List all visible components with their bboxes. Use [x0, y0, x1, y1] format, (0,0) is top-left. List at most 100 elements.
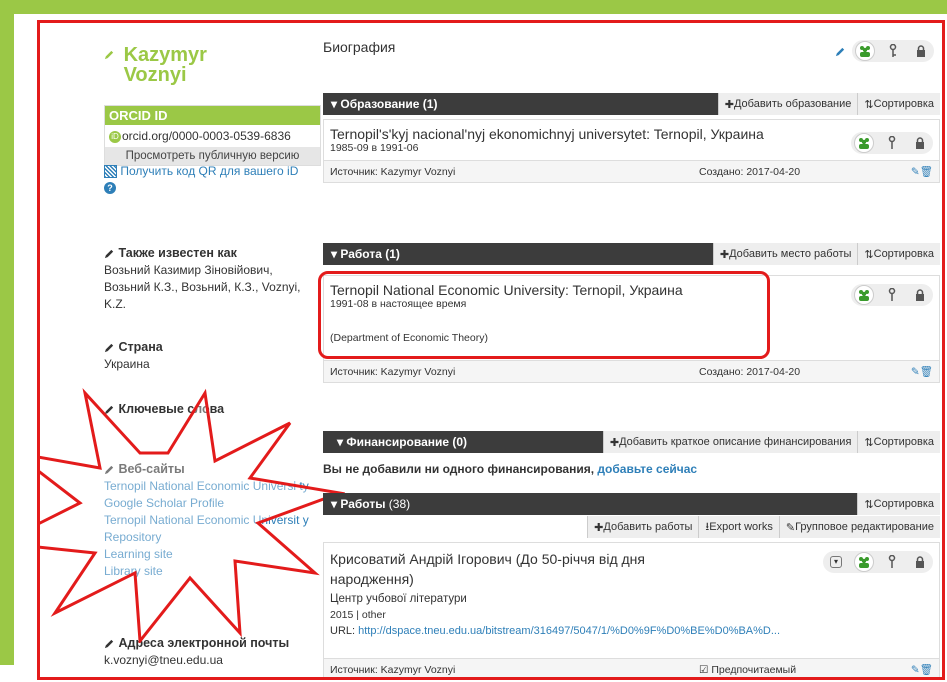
website-link[interactable]: Ternopil National Economic Universi ty [104, 478, 316, 495]
sort-button[interactable]: ⇅ Сортировка [857, 493, 940, 515]
source-text: Источник: Kazymyr Voznyi [330, 663, 456, 676]
education-item-title: Ternopil's'kyj nacional'nyj ekonomichnyj… [330, 126, 764, 142]
orcid-url[interactable]: iD orcid.org/0000-0003-0539-6836 [105, 125, 320, 147]
created-date: Создано: 2017-04-20 [699, 165, 801, 178]
employment-highlight-ring [318, 271, 770, 359]
keywords-label: Ключевые слова [118, 402, 225, 416]
email-section: Адреса электронной почты k.voznyi@tneu.e… [104, 635, 316, 669]
also-known-as-text: Возьний Казимир Зіновійович, Возьний К.З… [104, 263, 301, 311]
add-funding-label: Добавить краткое описание финансирования [619, 436, 852, 448]
sort-label: Сортировка [873, 436, 934, 448]
website-link[interactable]: Library site [104, 563, 316, 580]
pencil-icon[interactable] [104, 342, 115, 353]
pencil-icon[interactable] [104, 464, 115, 475]
lock-icon[interactable] [910, 285, 930, 305]
sort-button[interactable]: ⇅ Сортировка [857, 243, 940, 265]
country-text: Украина [104, 357, 150, 371]
bulk-edit-label: Групповое редактирование [795, 521, 934, 533]
work-card: Крисоватий Андрій Ігорович (До 50-річчя … [323, 542, 940, 677]
funding-title-text: Финансирование (0) [346, 435, 468, 449]
employment-title[interactable]: ▾ Работа (1) [323, 247, 713, 261]
education-item-dates: 1985-09 в 1991-06 [330, 142, 419, 154]
work-item-title: Крисоватий Андрій Ігорович (До 50-річчя … [330, 551, 645, 587]
key-icon[interactable] [882, 552, 902, 572]
visibility-toggle[interactable] [851, 132, 933, 154]
add-funding-button[interactable]: ✚ Добавить краткое описание финансирован… [602, 431, 858, 453]
websites-label: Веб-сайты [118, 462, 185, 476]
everyone-icon[interactable] [854, 285, 874, 305]
website-link[interactable]: Learning site [104, 546, 316, 563]
sort-button[interactable]: ⇅ Сортировка [857, 93, 940, 115]
everyone-icon[interactable] [854, 552, 874, 572]
everyone-icon[interactable] [855, 41, 875, 61]
works-title[interactable]: ▾ Работы (38) [323, 497, 857, 511]
profile-name[interactable]: Kazymyr Voznyi [104, 45, 304, 85]
funding-empty-text: Вы не добавили ни одного финансирования, [323, 462, 598, 476]
pencil-icon[interactable] [835, 46, 846, 57]
education-title[interactable]: ▾ Образование (1) [323, 97, 718, 111]
country-title: Страна [104, 339, 316, 356]
green-frame-top [0, 0, 947, 14]
add-education-button[interactable]: ✚ Добавить образование [717, 93, 858, 115]
export-works-button[interactable]: ⭳ Export works [698, 516, 779, 538]
add-funding-now-link[interactable]: добавьте сейчас [597, 462, 697, 476]
add-employment-label: Добавить место работы [729, 248, 852, 260]
website-link[interactable]: Ternopil National Economic Universit y R… [104, 512, 316, 546]
work-url-label: URL: [330, 625, 359, 637]
funding-section-header: ▾ Финансирование (0) ✚ Добавить краткое … [323, 431, 940, 453]
also-known-as-section: Также известен как Возьний Казимир Зінов… [104, 245, 316, 313]
employment-card-footer: Источник: Kazymyr Voznyi Создано: 2017-0… [324, 360, 939, 382]
edit-delete-tools[interactable]: ✎🗑 [911, 165, 933, 178]
add-education-label: Добавить образование [733, 98, 852, 110]
everyone-icon[interactable] [854, 133, 874, 153]
add-employment-button[interactable]: ✚ Добавить место работы [712, 243, 858, 265]
pencil-icon[interactable] [104, 248, 115, 259]
education-title-text: Образование (1) [340, 97, 438, 111]
key-icon[interactable] [882, 133, 902, 153]
email-text: k.voznyi@tneu.edu.ua [104, 653, 223, 667]
funding-title[interactable]: ▾ Финансирование (0) [323, 435, 603, 449]
qr-code-link[interactable]: Получить код QR для вашего iD ? [104, 163, 324, 195]
orcid-url-text: orcid.org/0000-0003-0539-6836 [122, 129, 291, 143]
source-text: Источник: Kazymyr Voznyi [330, 165, 456, 178]
also-known-as-title: Также известен как [104, 245, 316, 262]
website-link[interactable]: Google Scholar Profile [104, 495, 316, 512]
visibility-toggle[interactable] [852, 40, 934, 62]
email-title: Адреса электронной почты [104, 635, 316, 652]
pencil-icon[interactable] [104, 404, 115, 415]
lock-icon[interactable] [910, 133, 930, 153]
edit-delete-tools[interactable]: ✎🗑 [911, 663, 933, 676]
green-frame-left [0, 0, 14, 665]
profile-name-text: Kazymyr Voznyi [123, 44, 207, 86]
pencil-icon[interactable] [104, 49, 115, 60]
preferred-label: Предпочитаемый [711, 663, 797, 676]
add-works-button[interactable]: ✚ Добавить работы [587, 516, 699, 538]
work-url-link[interactable]: http://dspace.tneu.edu.ua/bitstream/3164… [358, 625, 780, 637]
works-section-header: ▾ Работы (38) ⇅ Сортировка [323, 493, 940, 515]
sort-label: Сортировка [873, 498, 934, 510]
employment-section-header: ▾ Работа (1) ✚ Добавить место работы ⇅ С… [323, 243, 940, 265]
highlight-frame: Kazymyr Voznyi ORCID ID iD orcid.org/0000… [37, 20, 945, 680]
qr-code-icon [104, 165, 117, 179]
edit-delete-tools[interactable]: ✎🗑 [911, 365, 933, 378]
email-label: Адреса электронной почты [118, 636, 290, 650]
pencil-icon[interactable] [104, 638, 115, 649]
education-card: Ternopil's'kyj nacional'nyj ekonomichnyj… [323, 119, 940, 183]
lock-icon[interactable] [911, 41, 931, 61]
sort-button[interactable]: ⇅ Сортировка [857, 431, 940, 453]
visibility-toggle[interactable] [851, 284, 933, 306]
expand-icon[interactable]: ▾ [826, 552, 846, 572]
orcid-id-box: ORCID ID iD orcid.org/0000-0003-0539-6836… [104, 105, 321, 166]
lock-icon[interactable] [910, 552, 930, 572]
employment-title-text: Работа (1) [340, 247, 400, 261]
visibility-toggle[interactable]: ▾ [823, 551, 933, 573]
key-icon[interactable] [882, 285, 902, 305]
orcid-id-label: ORCID ID [105, 106, 320, 125]
export-works-label: Export works [709, 521, 773, 533]
work-item-publisher: Центр учбової літератури [330, 593, 467, 605]
sort-label: Сортировка [873, 248, 934, 260]
bulk-edit-button[interactable]: ✎ Групповое редактирование [778, 516, 940, 538]
keywords-title: Ключевые слова [104, 401, 316, 418]
key-icon[interactable] [883, 41, 903, 61]
help-icon[interactable]: ? [104, 182, 116, 194]
